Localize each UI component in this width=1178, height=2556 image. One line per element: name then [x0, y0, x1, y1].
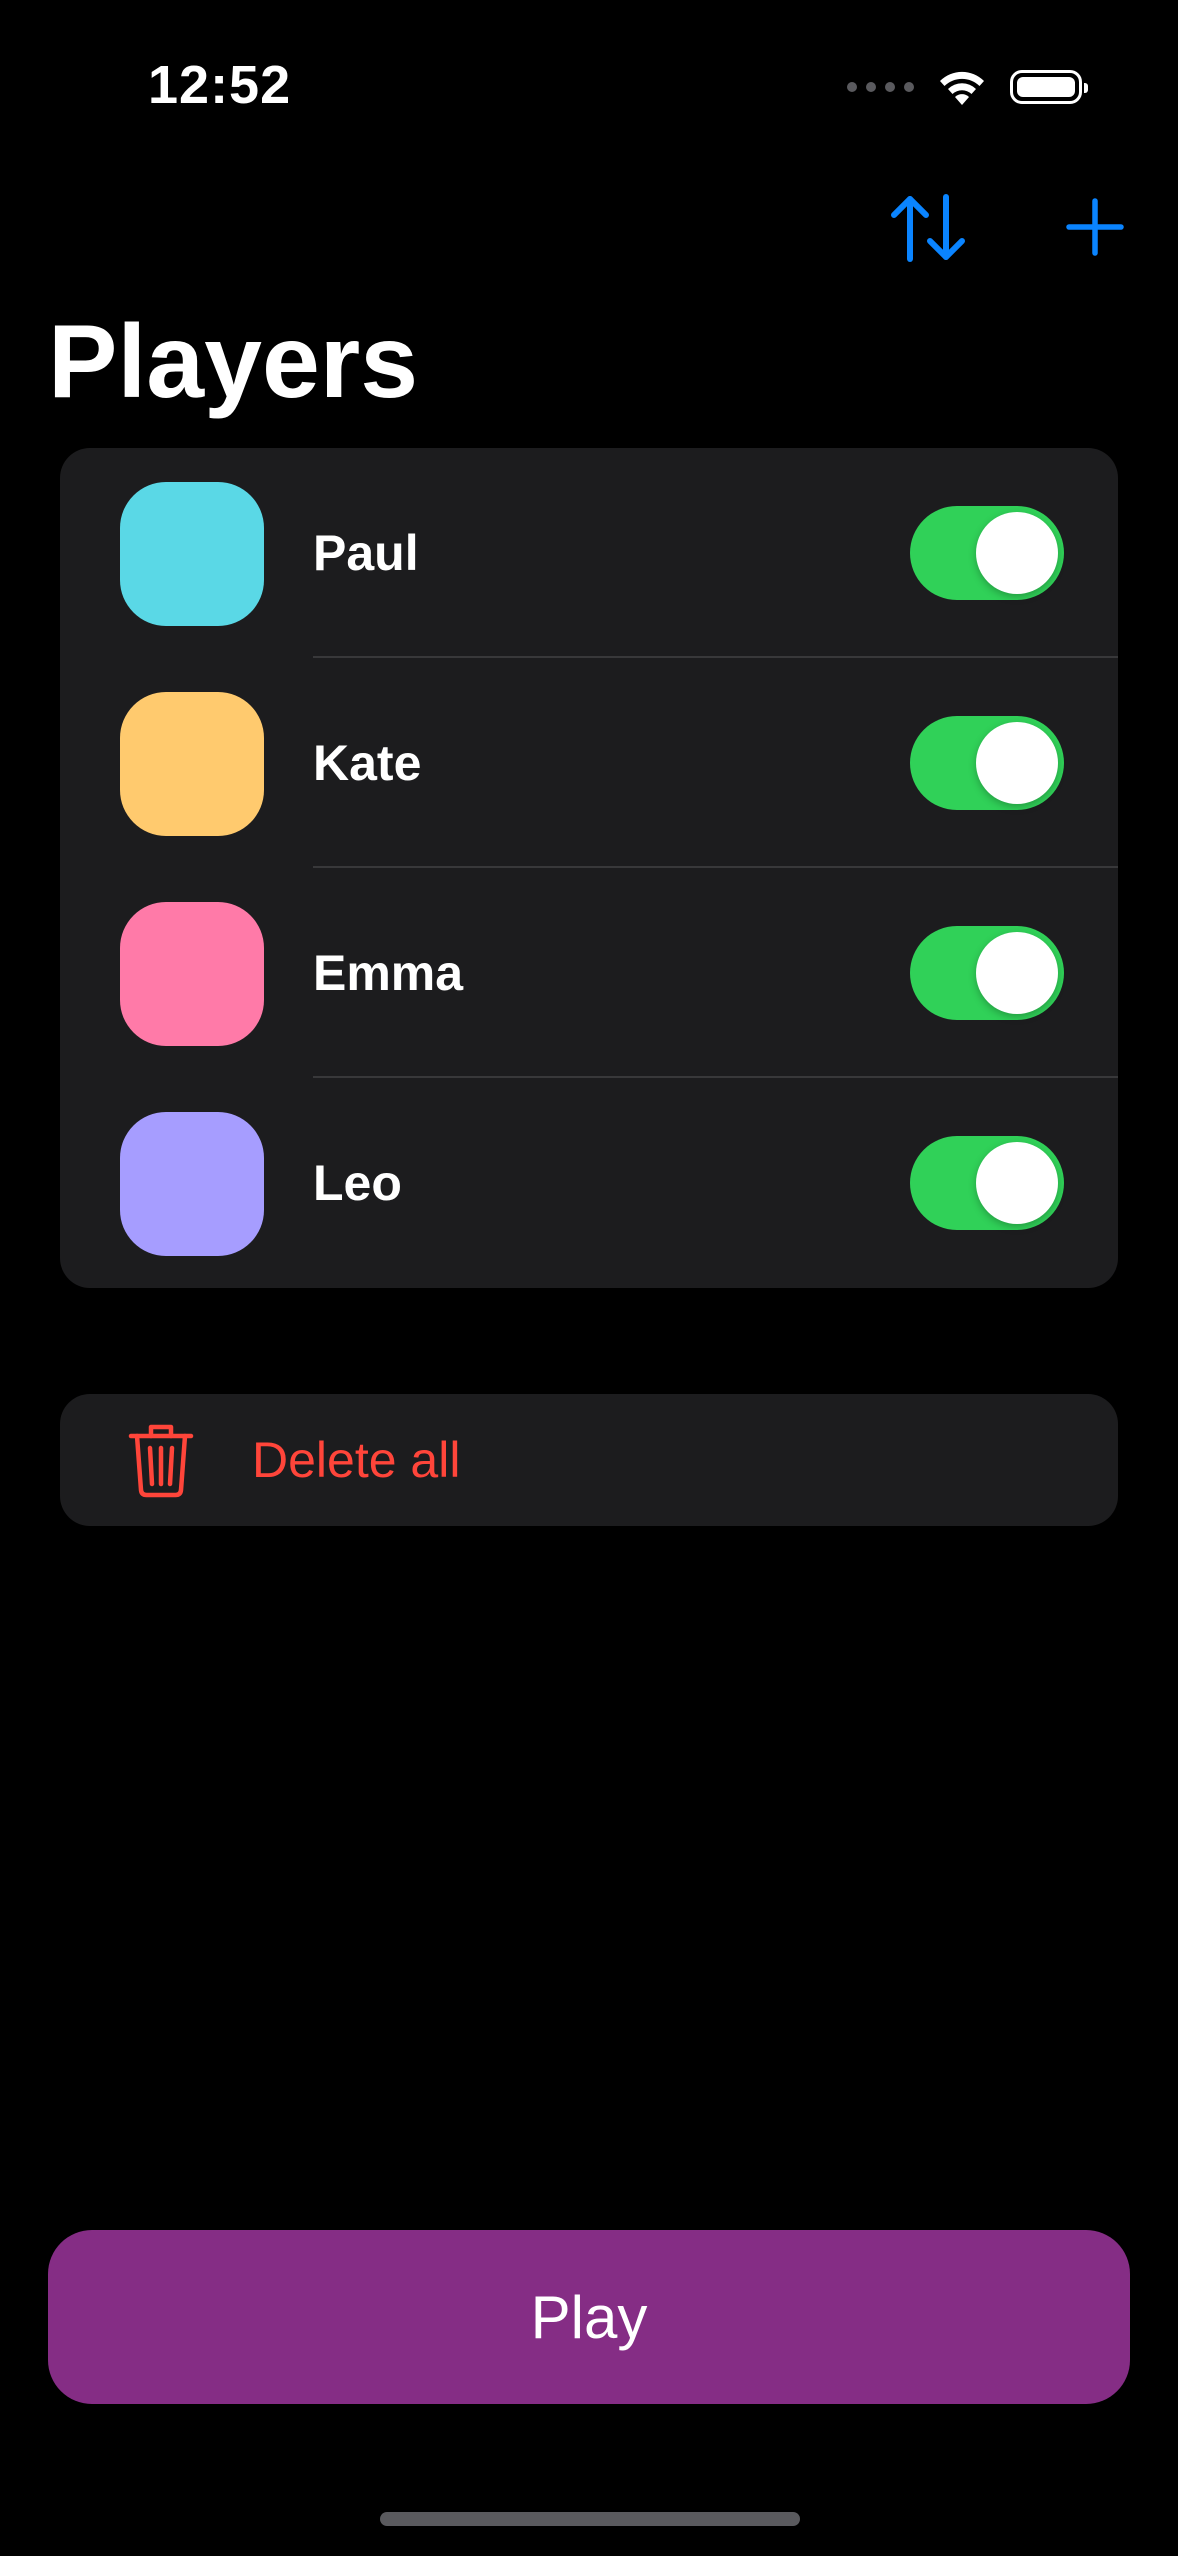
add-player-button[interactable]	[1064, 196, 1126, 258]
cellular-signal-icon	[847, 82, 914, 92]
delete-all-label: Delete all	[252, 1432, 461, 1488]
player-color-swatch[interactable]	[120, 902, 264, 1046]
wifi-icon	[940, 71, 984, 105]
player-row[interactable]: Kate	[60, 658, 1118, 868]
player-name: Emma	[313, 945, 464, 1001]
player-row[interactable]: Paul	[60, 448, 1118, 658]
plus-icon	[1066, 198, 1124, 256]
player-color-swatch[interactable]	[120, 692, 264, 836]
player-enabled-toggle[interactable]	[910, 926, 1064, 1020]
home-indicator	[380, 2512, 800, 2526]
player-color-swatch[interactable]	[120, 482, 264, 626]
trash-icon	[128, 1424, 194, 1498]
player-name: Kate	[313, 735, 422, 791]
status-time: 12:52	[148, 55, 292, 115]
arrow-up-down-icon	[891, 194, 965, 262]
delete-all-button[interactable]: Delete all	[60, 1394, 1118, 1526]
players-list: Paul Kate Emma Leo	[60, 448, 1118, 1288]
player-row[interactable]: Emma	[60, 868, 1118, 1078]
player-enabled-toggle[interactable]	[910, 1136, 1064, 1230]
play-button[interactable]: Play	[48, 2230, 1130, 2404]
page-title: Players	[48, 304, 419, 420]
sort-button[interactable]	[884, 190, 972, 266]
player-row[interactable]: Leo	[60, 1078, 1118, 1288]
players-screen: 12:52 Players Paul Kate Emma Leo Delete …	[0, 0, 1178, 2556]
player-enabled-toggle[interactable]	[910, 506, 1064, 600]
player-color-swatch[interactable]	[120, 1112, 264, 1256]
player-name: Paul	[313, 525, 419, 581]
player-name: Leo	[313, 1155, 402, 1211]
status-indicators	[847, 62, 1088, 112]
battery-icon	[1010, 70, 1088, 104]
player-enabled-toggle[interactable]	[910, 716, 1064, 810]
